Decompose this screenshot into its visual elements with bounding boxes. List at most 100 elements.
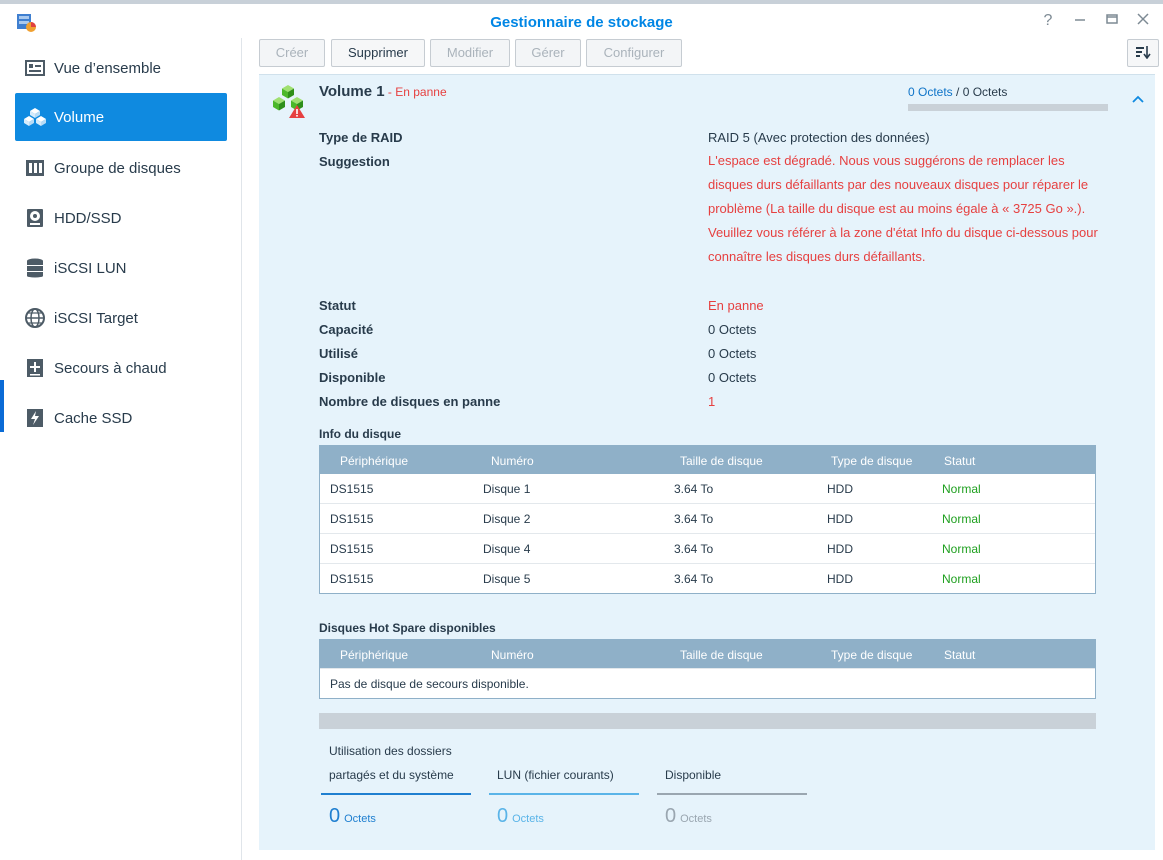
configure-button[interactable]: Configurer — [586, 39, 682, 67]
cell-size: 3.64 To — [674, 572, 714, 586]
summary-usage-bar — [319, 713, 1096, 729]
sidebar-item-label: Cache SSD — [54, 409, 133, 427]
summary-shared: Utilisation des dossiers partagés et du … — [321, 739, 471, 828]
summary-number: 0 — [497, 805, 509, 827]
title-bar: Gestionnaire de stockage ? — [0, 4, 1163, 38]
capacity-value: 0 Octets — [708, 322, 757, 337]
create-button[interactable]: Créer — [259, 39, 325, 67]
cubes-icon — [24, 106, 46, 128]
sidebar-item-ssd-cache[interactable]: Cache SSD — [15, 394, 227, 442]
volume-title: Volume 1 - En panne — [319, 83, 447, 100]
column-header[interactable]: Numéro — [491, 454, 534, 468]
cell-status: Normal — [942, 512, 981, 526]
summary-underline — [321, 793, 471, 795]
delete-button[interactable]: Supprimer — [331, 39, 425, 67]
summary-lun: LUN (fichier courants) 0 Octets — [489, 739, 639, 828]
cell-device: DS1515 — [330, 542, 374, 556]
summary-value: 0 Octets — [489, 805, 639, 828]
usage-text: 0 Octets / 0 Octets — [908, 85, 1007, 99]
table-row[interactable]: DS1515 Disque 5 3.64 To HDD Normal — [320, 563, 1095, 593]
hot-spare-title: Disques Hot Spare disponibles — [319, 621, 496, 635]
table-body: DS1515 Disque 1 3.64 To HDD Normal DS151… — [320, 474, 1095, 593]
volume-title-separator: - — [384, 85, 396, 99]
failed-disks-value: 1 — [708, 394, 716, 409]
cell-size: 3.64 To — [674, 542, 714, 556]
capacity-label: Capacité — [319, 322, 374, 337]
sidebar-item-overview[interactable]: Vue d’ensemble — [15, 44, 227, 92]
help-icon[interactable]: ? — [1036, 10, 1060, 32]
column-header[interactable]: Taille de disque — [680, 648, 763, 662]
table-header: Périphérique Numéro Taille de disque Typ… — [320, 446, 1095, 474]
column-header[interactable]: Taille de disque — [680, 454, 763, 468]
edit-button[interactable]: Modifier — [430, 39, 510, 67]
summary-underline — [657, 793, 807, 795]
column-header[interactable]: Périphérique — [340, 454, 408, 468]
suggestion-label: Suggestion — [319, 154, 390, 169]
toolbar: Créer Supprimer Modifier Gérer Configure… — [243, 38, 1163, 72]
suggestion-text: L'espace est dégradé. Nous vous suggéron… — [708, 153, 1098, 264]
summary-unit: Octets — [512, 813, 544, 825]
summary-number: 0 — [329, 805, 341, 827]
raid-type-value: RAID 5 (Avec protection des données) — [708, 130, 930, 145]
cell-type: HDD — [827, 512, 853, 526]
minimize-icon[interactable] — [1068, 10, 1092, 32]
overview-icon — [24, 57, 46, 79]
sort-icon — [1135, 45, 1151, 62]
cell-status: Normal — [942, 572, 981, 586]
cell-device: DS1515 — [330, 512, 374, 526]
empty-row: Pas de disque de secours disponible. — [320, 668, 1095, 698]
column-header[interactable]: Type de disque — [831, 648, 912, 662]
used-label: Utilisé — [319, 346, 359, 361]
manage-button[interactable]: Gérer — [515, 39, 581, 67]
column-header[interactable]: Périphérique — [340, 648, 408, 662]
database-icon — [24, 257, 46, 279]
status-label: Statut — [319, 298, 356, 313]
cell-number: Disque 1 — [483, 482, 531, 496]
column-header[interactable]: Statut — [944, 454, 975, 468]
collapse-icon[interactable] — [1129, 91, 1147, 109]
volume-name: Volume 1 — [319, 83, 385, 100]
table-row[interactable]: DS1515 Disque 4 3.64 To HDD Normal — [320, 533, 1095, 563]
cell-status: Normal — [942, 482, 981, 496]
summary-label: Utilisation des dossiers partagés et du … — [329, 744, 454, 782]
sidebar-item-label: Secours à chaud — [54, 359, 167, 377]
sidebar-item-iscsi-lun[interactable]: iSCSI LUN — [15, 244, 227, 292]
table-row[interactable]: DS1515 Disque 2 3.64 To HDD Normal — [320, 503, 1095, 533]
table-row[interactable]: DS1515 Disque 1 3.64 To HDD Normal — [320, 474, 1095, 503]
volume-panel[interactable]: Volume 1 - En panne 0 Octets / 0 Octets … — [259, 74, 1155, 850]
summary-underline — [489, 793, 639, 795]
sidebar-item-label: HDD/SSD — [54, 209, 122, 227]
globe-icon — [24, 307, 46, 329]
sidebar: Vue d’ensemble Volume Groupe de disques … — [4, 38, 242, 860]
cell-type: HDD — [827, 572, 853, 586]
close-icon[interactable] — [1131, 10, 1155, 32]
status-value: En panne — [708, 298, 764, 313]
column-header[interactable]: Statut — [944, 648, 975, 662]
used-value: 0 Octets — [708, 346, 757, 361]
disk-info-title: Info du disque — [319, 427, 401, 441]
summary-unit: Octets — [680, 813, 712, 825]
hdd-icon — [24, 207, 46, 229]
cell-number: Disque 2 — [483, 512, 531, 526]
sidebar-item-disk-group[interactable]: Groupe de disques — [15, 144, 227, 192]
usage-separator: / — [952, 85, 963, 99]
disk-group-icon — [24, 157, 46, 179]
cell-type: HDD — [827, 542, 853, 556]
sidebar-item-hdd-ssd[interactable]: HDD/SSD — [15, 194, 227, 242]
sidebar-item-volume[interactable]: Volume — [15, 93, 227, 141]
sort-button[interactable] — [1127, 39, 1159, 67]
cell-size: 3.64 To — [674, 512, 714, 526]
available-label: Disponible — [319, 370, 386, 385]
failed-disks-label: Nombre de disques en panne — [319, 394, 501, 409]
column-header[interactable]: Numéro — [491, 648, 534, 662]
usage-total: 0 Octets — [962, 85, 1008, 99]
column-header[interactable]: Type de disque — [831, 454, 912, 468]
cell-size: 3.64 To — [674, 482, 714, 496]
sidebar-item-label: Vue d’ensemble — [54, 59, 162, 77]
sidebar-item-iscsi-target[interactable]: iSCSI Target — [15, 294, 227, 342]
summary-available: Disponible 0 Octets — [657, 739, 807, 828]
sidebar-item-hot-spare[interactable]: Secours à chaud — [15, 344, 227, 392]
maximize-icon[interactable] — [1100, 10, 1124, 32]
usage-bar — [908, 104, 1108, 111]
empty-message: Pas de disque de secours disponible. — [330, 677, 529, 691]
